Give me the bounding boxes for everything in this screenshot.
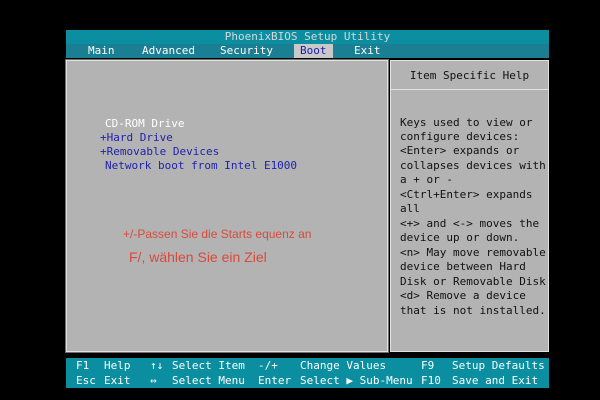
help-line: <n> May move removable [400, 246, 546, 259]
key-minus-plus: -/+ [258, 359, 278, 372]
key-exit-label: Exit [104, 374, 131, 387]
help-line: device between Hard [400, 260, 526, 273]
menu-exit[interactable]: Exit [348, 44, 387, 58]
key-up-down-arrows: ↑↓ [150, 359, 164, 372]
key-change-values-label: Change Values [300, 359, 387, 372]
help-line: all [400, 202, 420, 215]
help-line: device up or down. [400, 231, 520, 244]
help-line: <Enter> expands or [400, 144, 520, 157]
help-line: Keys used to view or [400, 116, 533, 129]
boot-order-panel: CD-ROM Drive +Hard Drive +Removable Devi… [65, 59, 389, 353]
boot-item-cdrom[interactable]: CD-ROM Drive [105, 117, 184, 131]
overlay-hint-line-1: +/-Passen Sie die Starts equenz an [123, 227, 312, 241]
bios-window: PhoenixBIOS Setup Utility Main Advanced … [65, 30, 549, 388]
menu-advanced[interactable]: Advanced [136, 44, 201, 58]
key-f10: F10 [421, 374, 441, 387]
key-f1: F1 [76, 359, 90, 372]
help-title: Item Specific Help [409, 69, 530, 82]
menu-boot[interactable]: Boot [294, 44, 333, 58]
key-legend-bar: F1 Help ↑↓ Select Item -/+ Change Values… [66, 358, 549, 388]
help-line: <Ctrl+Enter> expands [400, 188, 533, 201]
boot-item-hard-drive[interactable]: +Hard Drive [100, 131, 173, 145]
overlay-hint-line-2: F/, wählen Sie ein Ziel [129, 249, 267, 265]
help-line: configure devices: [400, 130, 520, 143]
menu-bar: Main Advanced Security Boot Exit [66, 44, 549, 58]
help-line: that is not installed. [400, 304, 546, 317]
key-esc: Esc [76, 374, 96, 387]
key-f9: F9 [421, 359, 435, 372]
help-line: <d> Remove a device [400, 289, 526, 302]
help-divider [391, 89, 548, 90]
boot-item-network[interactable]: Network boot from Intel E1000 [105, 159, 297, 173]
help-line: a + or - [400, 173, 453, 186]
key-select-item-label: Select Item [172, 359, 245, 372]
help-line: collapses devices with [400, 159, 546, 172]
key-select-submenu-label: Select ▶ Sub-Menu [300, 374, 413, 387]
key-select-menu-label: Select Menu [172, 374, 245, 387]
key-left-right-arrows: ↔ [150, 374, 157, 387]
help-line: <+> and <-> moves the [400, 217, 540, 230]
menu-main[interactable]: Main [82, 44, 121, 58]
key-help-label: Help [104, 359, 131, 372]
help-line: Disk or Removable Disk [400, 275, 546, 288]
key-enter: Enter [258, 374, 292, 387]
key-save-and-exit-label: Save and Exit [452, 374, 539, 387]
help-panel: Item Specific Help Keys used to view or … [390, 60, 549, 352]
menu-security[interactable]: Security [214, 44, 279, 58]
window-title: PhoenixBIOS Setup Utility [66, 30, 549, 44]
key-setup-defaults-label: Setup Defaults [452, 359, 545, 372]
boot-item-removable-devices[interactable]: +Removable Devices [100, 145, 219, 159]
